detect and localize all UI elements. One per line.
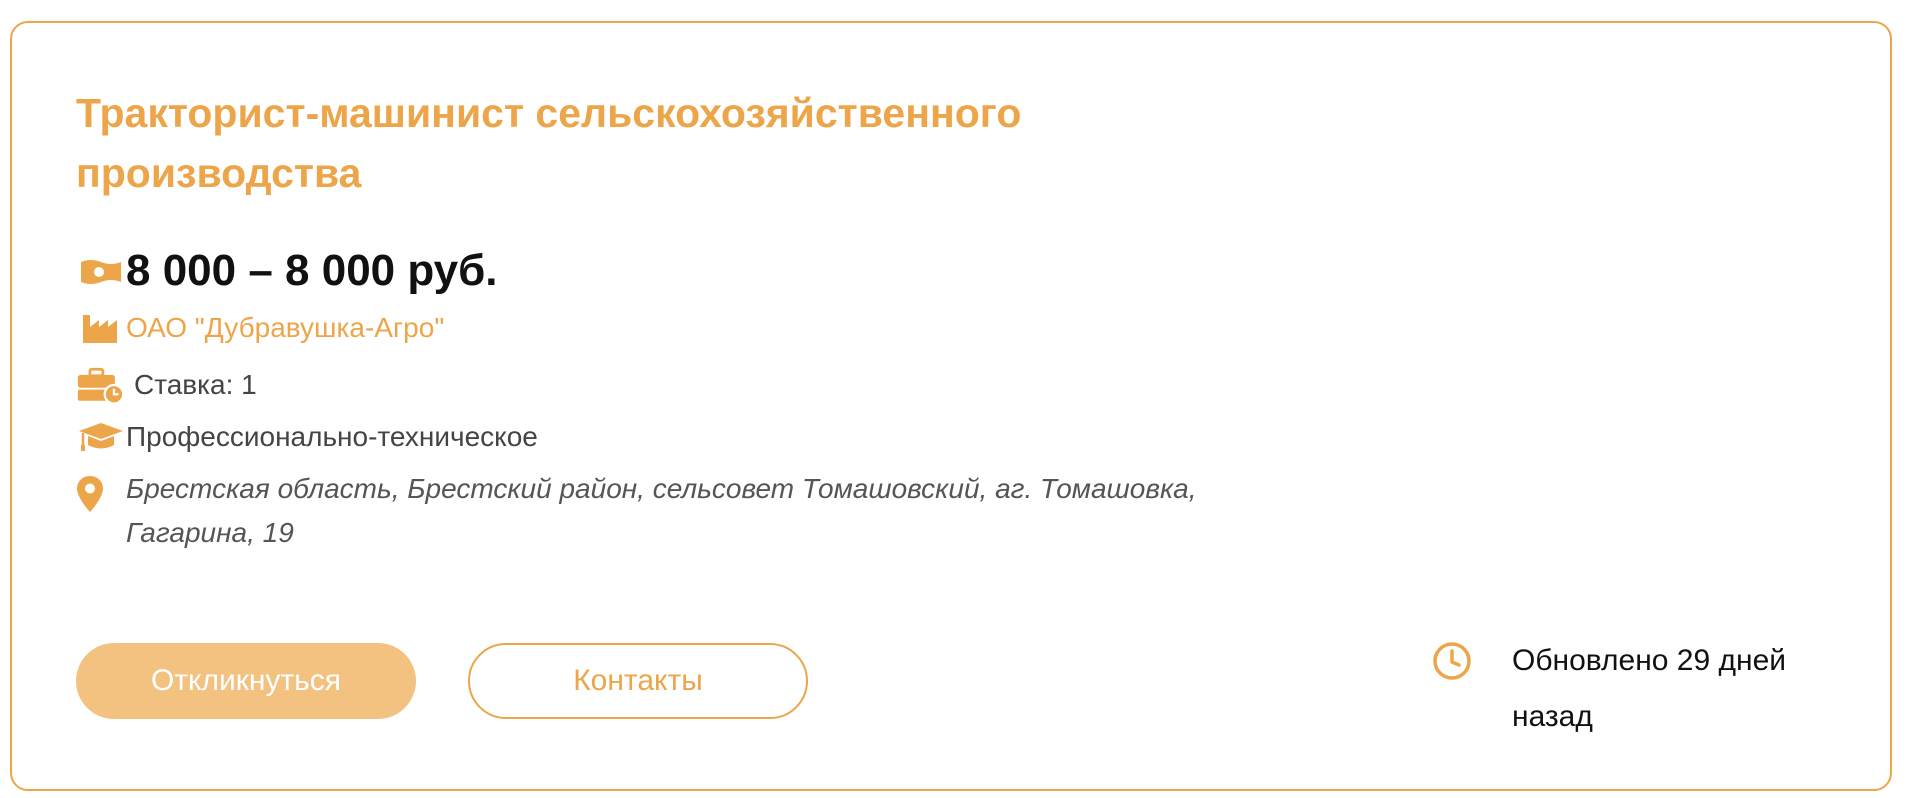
vacancy-title[interactable]: Тракторист-машинист сельскохозяйственног… bbox=[76, 83, 1076, 203]
map-pin-icon bbox=[76, 473, 126, 513]
company-link[interactable]: ОАО "Дубравушка-Агро" bbox=[126, 312, 444, 344]
education-row: Профессионально-техническое bbox=[76, 417, 538, 457]
briefcase-clock-icon bbox=[76, 365, 126, 405]
address-row: Брестская область, Брестский район, сель… bbox=[76, 473, 1276, 555]
banknote-icon bbox=[76, 251, 126, 291]
vacancy-card: Тракторист-машинист сельскохозяйственног… bbox=[10, 21, 1892, 791]
rate-row: Ставка: 1 bbox=[76, 365, 257, 405]
education-text: Профессионально-техническое bbox=[126, 421, 538, 452]
company-row: ОАО "Дубравушка-Агро" bbox=[76, 308, 444, 348]
address-text: Брестская область, Брестский район, сель… bbox=[126, 473, 1197, 548]
updated-info: Обновлено 29 дней назад bbox=[1432, 633, 1832, 745]
factory-icon bbox=[76, 308, 126, 348]
rate-text: Ставка: 1 bbox=[134, 369, 257, 400]
apply-button[interactable]: Откликнуться bbox=[76, 643, 416, 719]
contacts-button[interactable]: Контакты bbox=[468, 643, 808, 719]
salary-value: 8 000 – 8 000 руб. bbox=[126, 246, 498, 295]
salary-row: 8 000 – 8 000 руб. bbox=[76, 243, 498, 299]
clock-icon bbox=[1432, 633, 1512, 686]
updated-text: Обновлено 29 дней назад bbox=[1512, 644, 1787, 733]
graduation-cap-icon bbox=[76, 417, 126, 457]
